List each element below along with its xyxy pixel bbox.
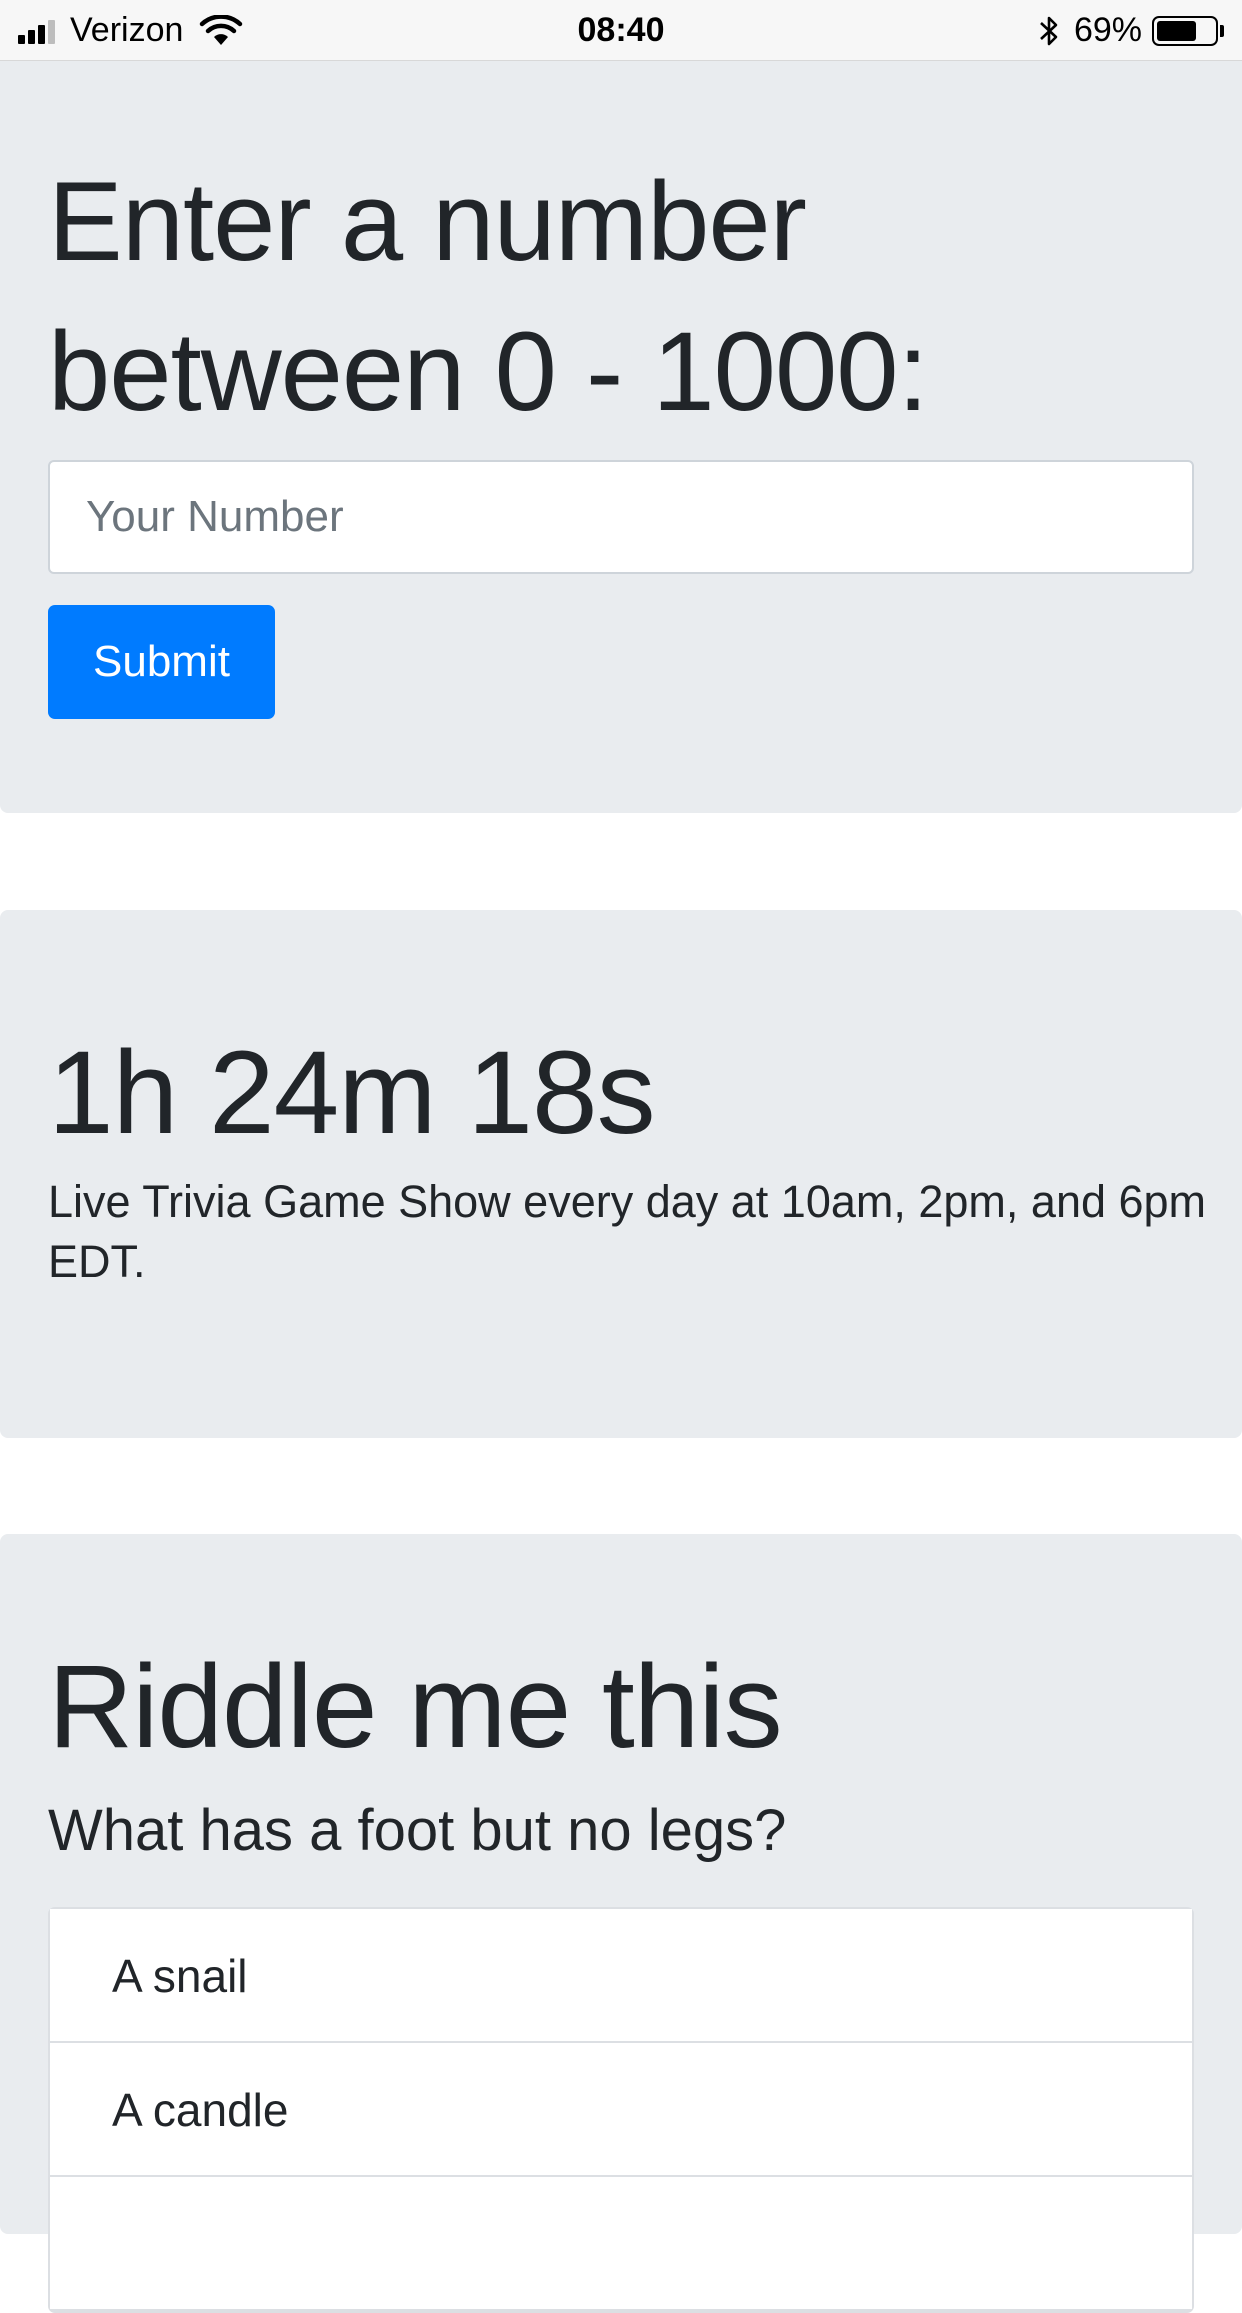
battery-percent: 69% bbox=[1073, 11, 1142, 49]
submit-button[interactable]: Submit bbox=[48, 605, 275, 719]
battery-level-fill bbox=[1157, 20, 1196, 41]
number-entry-panel: Enter a number between 0 - 1000: Submit bbox=[0, 61, 1242, 813]
riddle-title: Riddle me this bbox=[48, 1641, 783, 1773]
battery-icon bbox=[1152, 15, 1224, 46]
status-bar-right: 69% bbox=[1038, 0, 1224, 61]
bluetooth-icon bbox=[1040, 16, 1058, 45]
riddle-panel: Riddle me this What has a foot but no le… bbox=[0, 1534, 1242, 2313]
answer-option[interactable]: A snail bbox=[50, 1909, 1192, 2043]
number-input[interactable] bbox=[48, 460, 1194, 574]
status-bar: Verizon 08:40 69% bbox=[0, 0, 1242, 61]
game-show-schedule: Live Trivia Game Show every day at 10am,… bbox=[48, 1176, 1207, 1287]
answer-option[interactable] bbox=[50, 2177, 1192, 2311]
riddle-question: What has a foot but no legs? bbox=[48, 1798, 787, 1863]
countdown-panel: 1h 24m 18s Live Trivia Game Show every d… bbox=[0, 910, 1242, 1438]
answer-option[interactable]: A candle bbox=[50, 2043, 1192, 2177]
number-entry-heading: Enter a number between 0 - 1000: bbox=[48, 159, 929, 434]
answer-list: A snail A candle bbox=[48, 1907, 1194, 2313]
countdown-timer: 1h 24m 18s bbox=[48, 1027, 656, 1159]
